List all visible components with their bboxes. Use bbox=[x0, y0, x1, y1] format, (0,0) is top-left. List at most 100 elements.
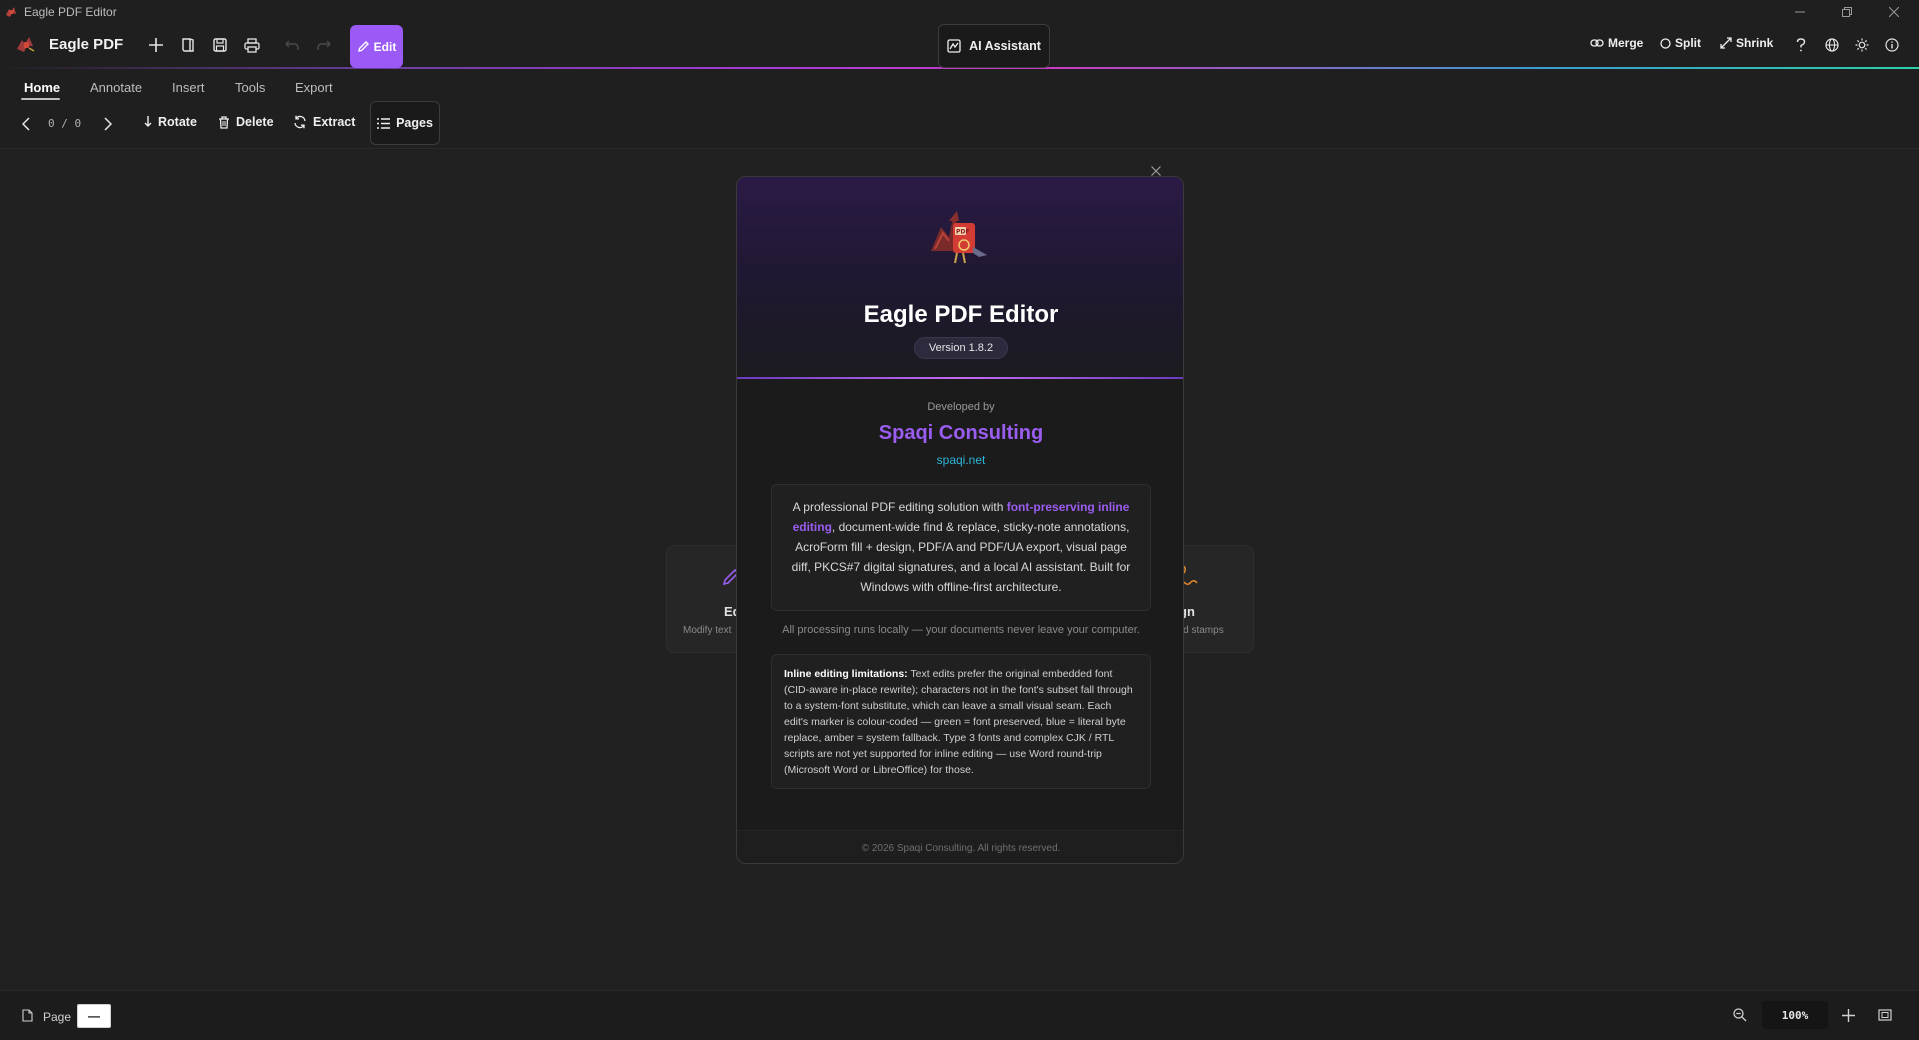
pages-label: Pages bbox=[396, 116, 433, 130]
redo-icon bbox=[317, 40, 331, 50]
zoom-level[interactable]: 100% bbox=[1762, 1001, 1828, 1029]
about-app-title: Eagle PDF Editor bbox=[863, 301, 1059, 328]
about-dialog-header: PDF Eagle PDF Editor Version 1.8.2 bbox=[737, 177, 1183, 379]
page-number-input[interactable]: — bbox=[77, 1004, 111, 1028]
page-label: Page bbox=[43, 1010, 72, 1024]
version-badge: Version 1.8.2 bbox=[914, 337, 1008, 359]
close-icon bbox=[1889, 6, 1899, 17]
shrink-label: Shrink bbox=[1736, 36, 1774, 50]
split-button[interactable]: Split bbox=[1660, 36, 1701, 50]
developed-by-label: Developed by bbox=[927, 401, 995, 413]
ai-assistant-button[interactable]: AI Assistant bbox=[938, 24, 1050, 68]
copyright-footer: © 2026 Spaqi Consulting. All rights rese… bbox=[737, 830, 1183, 863]
active-tab-indicator bbox=[21, 98, 60, 100]
product-description: A professional PDF editing solution with… bbox=[771, 484, 1151, 611]
globe-icon bbox=[1825, 38, 1839, 52]
extract-button[interactable]: Extract bbox=[293, 115, 355, 129]
ribbon-tabs bbox=[0, 69, 1919, 104]
brand-name: Eagle PDF bbox=[49, 36, 124, 53]
language-button[interactable] bbox=[1818, 29, 1846, 61]
eagle-logo-icon bbox=[6, 6, 16, 17]
status-bar bbox=[0, 990, 1919, 1040]
next-page-button[interactable] bbox=[94, 108, 122, 140]
close-icon bbox=[1151, 166, 1161, 176]
previous-page-button[interactable] bbox=[12, 108, 40, 140]
info-icon bbox=[1885, 38, 1899, 52]
ai-assistant-label: AI Assistant bbox=[969, 39, 1041, 53]
new-document-button[interactable] bbox=[142, 29, 170, 61]
eagle-logo-icon bbox=[17, 37, 35, 52]
list-icon bbox=[377, 117, 391, 129]
brand-logo bbox=[12, 29, 40, 61]
window-title: Eagle PDF Editor bbox=[24, 4, 117, 19]
svg-text:PDF: PDF bbox=[956, 229, 969, 236]
edit-mode-button[interactable]: Edit bbox=[350, 25, 403, 68]
pencil-icon bbox=[357, 41, 369, 52]
plus-icon bbox=[1841, 1008, 1855, 1022]
plus-icon bbox=[149, 38, 163, 52]
tab-home[interactable]: Home bbox=[24, 80, 60, 95]
shrink-button[interactable]: Shrink bbox=[1720, 36, 1773, 50]
zoom-in-button[interactable] bbox=[1838, 1005, 1858, 1025]
about-button[interactable] bbox=[1878, 29, 1906, 61]
close-window-button[interactable] bbox=[1871, 0, 1917, 23]
title-bar: Eagle PDF Editor bbox=[0, 0, 1919, 23]
merge-label: Merge bbox=[1608, 36, 1644, 50]
rotate-button[interactable]: Rotate bbox=[144, 115, 197, 129]
split-label: Split bbox=[1675, 36, 1701, 50]
description-text: , document-wide find & replace, sticky-n… bbox=[791, 520, 1131, 594]
page-toolbar bbox=[0, 104, 1919, 149]
tab-export[interactable]: Export bbox=[295, 80, 333, 95]
print-button[interactable] bbox=[238, 29, 266, 61]
extract-label: Extract bbox=[313, 115, 356, 129]
fit-page-button[interactable] bbox=[1875, 1005, 1895, 1025]
zoom-out-button[interactable] bbox=[1730, 1005, 1750, 1025]
minimize-icon bbox=[1795, 11, 1805, 12]
theme-toggle-button[interactable] bbox=[1848, 29, 1876, 61]
description-text: A professional PDF editing solution with bbox=[792, 500, 1007, 514]
document-icon bbox=[21, 1008, 33, 1022]
tab-tools[interactable]: Tools bbox=[235, 80, 265, 95]
printer-icon bbox=[244, 37, 260, 53]
restore-icon bbox=[1842, 6, 1852, 17]
about-dialog: PDF Eagle PDF Editor Version 1.8.2 Devel… bbox=[736, 176, 1184, 864]
save-icon bbox=[213, 38, 227, 52]
delete-button[interactable]: Delete bbox=[218, 115, 274, 129]
save-button[interactable] bbox=[206, 29, 234, 61]
minimize-button[interactable] bbox=[1777, 0, 1823, 23]
page-icon bbox=[17, 1005, 37, 1025]
merge-button[interactable]: Merge bbox=[1590, 36, 1643, 50]
chevron-left-icon bbox=[22, 117, 30, 131]
open-book-button[interactable] bbox=[174, 29, 202, 61]
limitations-text: Text edits prefer the original embedded … bbox=[784, 668, 1133, 776]
undo-icon bbox=[285, 40, 299, 50]
refresh-icon bbox=[294, 115, 306, 129]
circle-icon bbox=[1660, 37, 1671, 49]
developer-website-link[interactable]: spaqi.net bbox=[737, 453, 1183, 467]
rotate-icon bbox=[144, 116, 152, 127]
ai-assistant-icon bbox=[947, 39, 961, 53]
eagle-logo-icon: PDF bbox=[931, 211, 987, 264]
welcome-card-subtitle: Modify text bbox=[683, 625, 732, 636]
tab-insert[interactable]: Insert bbox=[172, 80, 205, 95]
help-button[interactable] bbox=[1787, 29, 1815, 61]
pages-panel-button[interactable]: Pages bbox=[370, 101, 440, 145]
limitations-notice: Inline editing limitations: Text edits p… bbox=[771, 654, 1151, 789]
trash-icon bbox=[219, 115, 229, 129]
limitations-label: Inline editing limitations: bbox=[784, 668, 908, 680]
diagonal-arrows-icon bbox=[1720, 37, 1732, 49]
tab-annotate[interactable]: Annotate bbox=[90, 80, 142, 95]
zoom-out-icon bbox=[1733, 1008, 1747, 1022]
book-open-icon bbox=[182, 38, 194, 52]
developer-name: Spaqi Consulting bbox=[878, 422, 1044, 444]
link-icon bbox=[1590, 39, 1604, 47]
restore-button[interactable] bbox=[1824, 0, 1870, 23]
undo-button[interactable] bbox=[278, 29, 306, 61]
question-icon bbox=[1796, 38, 1806, 52]
edit-label: Edit bbox=[373, 39, 397, 54]
delete-label: Delete bbox=[236, 115, 274, 129]
page-counter: 0 / 0 bbox=[48, 117, 82, 130]
privacy-note: All processing runs locally — your docum… bbox=[782, 624, 1140, 636]
redo-button[interactable] bbox=[310, 29, 338, 61]
sun-icon bbox=[1855, 38, 1869, 52]
